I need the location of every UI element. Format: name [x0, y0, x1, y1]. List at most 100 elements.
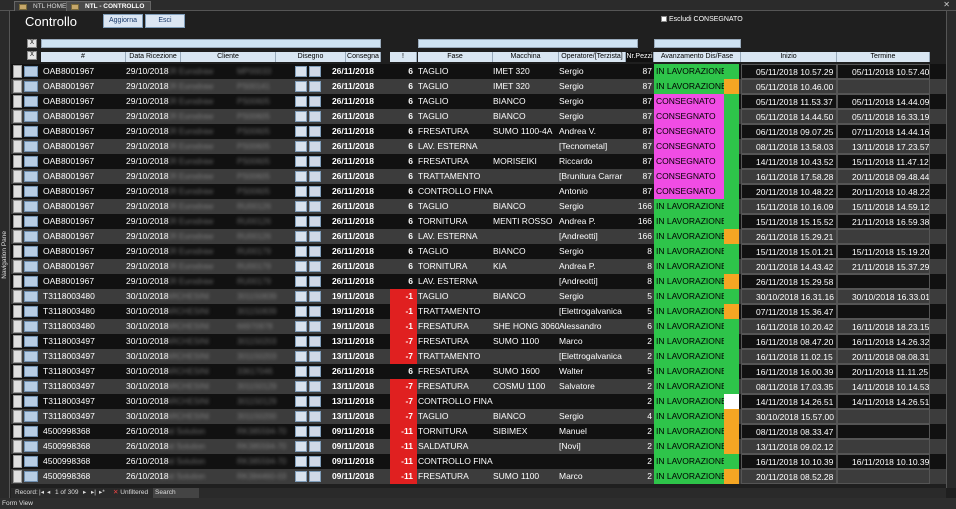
exit-button[interactable]: Esci: [145, 14, 185, 28]
open-record-icon[interactable]: [24, 126, 38, 137]
open-record-icon[interactable]: [24, 456, 38, 467]
filter-bar-middle[interactable]: [418, 39, 638, 48]
open-record-icon[interactable]: [24, 141, 38, 152]
record-selector[interactable]: [13, 335, 22, 348]
drawing-view-icon[interactable]: [295, 456, 307, 467]
drawing-detail-icon[interactable]: [309, 351, 321, 362]
header-data-ricezione[interactable]: Data Ricezione: [126, 52, 181, 62]
filter-status[interactable]: ✕ Unfiltered: [113, 488, 148, 498]
drawing-view-icon[interactable]: [295, 96, 307, 107]
table-row[interactable]: 4500998368 26/10/2018 Grid Solution RK38559…: [11, 424, 946, 439]
drawing-detail-icon[interactable]: [309, 231, 321, 242]
record-selector[interactable]: [13, 470, 22, 483]
drawing-view-icon[interactable]: [295, 321, 307, 332]
table-row[interactable]: OAB8001967 29/10/2018 GCR Eurodraw PS00605 2…: [11, 184, 946, 199]
record-selector[interactable]: [13, 305, 22, 318]
drawing-view-icon[interactable]: [295, 306, 307, 317]
table-row[interactable]: OAB8001967 29/10/2018 GCR Eurodraw PS00605 2…: [11, 94, 946, 109]
tab-ntl-controllo[interactable]: NTL - CONTROLLO: [66, 1, 152, 11]
record-selector[interactable]: [13, 275, 22, 288]
filter-bar-left[interactable]: [41, 39, 381, 48]
header-consegna[interactable]: Consegna: [346, 52, 381, 62]
open-record-icon[interactable]: [24, 321, 38, 332]
clear-filter-button[interactable]: X: [27, 39, 37, 48]
record-selector[interactable]: [13, 170, 22, 183]
refresh-button[interactable]: Aggiorna: [103, 14, 143, 28]
table-row[interactable]: T3118003497 30/10/2018 MARCHESINI 301150200…: [11, 409, 946, 424]
record-selector[interactable]: [13, 440, 22, 453]
drawing-view-icon[interactable]: [295, 126, 307, 137]
drawing-detail-icon[interactable]: [309, 321, 321, 332]
open-record-icon[interactable]: [24, 411, 38, 422]
open-record-icon[interactable]: [24, 111, 38, 122]
table-row[interactable]: T3118003497 30/10/2018 MARCHESINI 301150129…: [11, 379, 946, 394]
open-record-icon[interactable]: [24, 366, 38, 377]
record-selector[interactable]: [13, 65, 22, 78]
table-row[interactable]: OAB8001967 29/10/2018 GCR Eurodraw RU00179 2…: [11, 259, 946, 274]
record-selector[interactable]: [13, 155, 22, 168]
drawing-detail-icon[interactable]: [309, 156, 321, 167]
header-termine[interactable]: Termine: [837, 52, 930, 62]
open-record-icon[interactable]: [24, 96, 38, 107]
drawing-view-icon[interactable]: [295, 201, 307, 212]
table-row[interactable]: OAB8001967 29/10/2018 GCR Eurodraw PS00605 2…: [11, 124, 946, 139]
table-row[interactable]: OAB8001967 29/10/2018 GCR Eurodraw RU00126 2…: [11, 229, 946, 244]
table-row[interactable]: 4500998368 26/10/2018 Grid Solution RK38446…: [11, 469, 946, 484]
drawing-detail-icon[interactable]: [309, 186, 321, 197]
drawing-view-icon[interactable]: [295, 156, 307, 167]
table-row[interactable]: T3118003480 30/10/2018 MARCHESINI 301150839…: [11, 289, 946, 304]
drawing-view-icon[interactable]: [295, 366, 307, 377]
header-cliente[interactable]: Cliente: [181, 52, 276, 62]
header-excl[interactable]: !: [390, 52, 417, 62]
drawing-view-icon[interactable]: [295, 231, 307, 242]
header-nr-pezzi[interactable]: Nr.Pezzi: [626, 52, 654, 62]
vertical-scrollbar[interactable]: [946, 11, 956, 488]
drawing-view-icon[interactable]: [295, 471, 307, 482]
header-avanzamento[interactable]: Avanzamento Dis/Fase: [654, 52, 741, 62]
header-inizio[interactable]: Inizio: [741, 52, 837, 62]
new-record-icon[interactable]: ▸*: [99, 488, 105, 498]
drawing-view-icon[interactable]: [295, 351, 307, 362]
drawing-detail-icon[interactable]: [309, 396, 321, 407]
tab-ntl-home[interactable]: NTL HOME: [14, 1, 74, 11]
open-record-icon[interactable]: [24, 426, 38, 437]
table-row[interactable]: 4500998368 26/10/2018 Grid Solution RK38559…: [11, 439, 946, 454]
open-record-icon[interactable]: [24, 171, 38, 182]
record-selector[interactable]: [13, 350, 22, 363]
table-row[interactable]: T3118003497 30/10/2018 MARCHESINI 301150203…: [11, 349, 946, 364]
record-selector[interactable]: [13, 125, 22, 138]
open-record-icon[interactable]: [24, 261, 38, 272]
drawing-view-icon[interactable]: [295, 186, 307, 197]
drawing-view-icon[interactable]: [295, 111, 307, 122]
table-row[interactable]: T3118003480 30/10/2018 MARCHESINI 66970978 1…: [11, 319, 946, 334]
open-record-icon[interactable]: [24, 291, 38, 302]
record-selector[interactable]: [13, 320, 22, 333]
record-selector[interactable]: [13, 185, 22, 198]
table-row[interactable]: OAB8001967 29/10/2018 GCR Eurodraw RU00126 2…: [11, 214, 946, 229]
drawing-view-icon[interactable]: [295, 66, 307, 77]
drawing-detail-icon[interactable]: [309, 471, 321, 482]
record-search-input[interactable]: Search: [153, 488, 199, 498]
drawing-detail-icon[interactable]: [309, 366, 321, 377]
drawing-view-icon[interactable]: [295, 336, 307, 347]
drawing-view-icon[interactable]: [295, 141, 307, 152]
drawing-detail-icon[interactable]: [309, 306, 321, 317]
drawing-detail-icon[interactable]: [309, 426, 321, 437]
table-row[interactable]: OAB8001967 29/10/2018 GCR Eurodraw PS00141 2…: [11, 79, 946, 94]
open-record-icon[interactable]: [24, 306, 38, 317]
table-row[interactable]: OAB8001967 29/10/2018 GCR Eurodraw PS00605 2…: [11, 169, 946, 184]
table-row[interactable]: T3118003497 30/10/2018 MARCHESINI 33617046 2…: [11, 364, 946, 379]
record-selector[interactable]: [13, 290, 22, 303]
record-selector[interactable]: [13, 245, 22, 258]
record-selector[interactable]: [13, 140, 22, 153]
drawing-detail-icon[interactable]: [309, 336, 321, 347]
drawing-view-icon[interactable]: [295, 396, 307, 407]
drawing-view-icon[interactable]: [295, 426, 307, 437]
record-selector[interactable]: [13, 395, 22, 408]
record-selector[interactable]: [13, 425, 22, 438]
drawing-detail-icon[interactable]: [309, 66, 321, 77]
drawing-view-icon[interactable]: [295, 246, 307, 257]
drawing-view-icon[interactable]: [295, 81, 307, 92]
drawing-detail-icon[interactable]: [309, 261, 321, 272]
drawing-view-icon[interactable]: [295, 381, 307, 392]
